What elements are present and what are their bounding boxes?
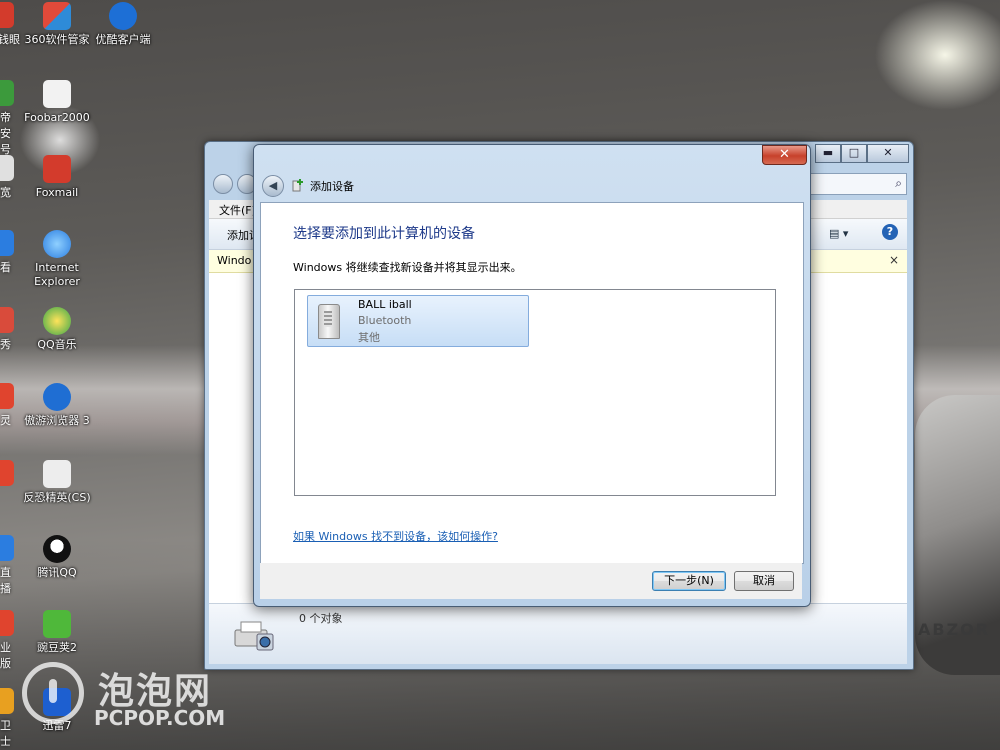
dialog-body: 选择要添加到此计算机的设备 Windows 将继续查找新设备并将其显示出来。 B… <box>260 202 804 564</box>
desktop-icon-maxthon[interactable]: 傲游浏览器 3 <box>20 383 94 428</box>
dialog-subtitle: Windows 将继续查找新设备并将其显示出来。 <box>293 261 522 274</box>
object-count: 0 个对象 <box>299 612 343 625</box>
app-icon <box>43 610 71 638</box>
desktop-icon-wandoujia[interactable]: 豌豆荚2 <box>20 610 94 655</box>
bluetooth-speaker-icon <box>318 304 340 339</box>
app-icon <box>0 2 14 28</box>
view-options-icon[interactable]: ▤ ▾ <box>829 227 848 240</box>
next-button[interactable]: 下一步(N) <box>652 571 726 591</box>
magnifier-icon[interactable]: ⌕ <box>895 176 902 191</box>
close-button[interactable]: ✕ <box>867 144 909 163</box>
desktop-icon-partial[interactable] <box>0 460 20 489</box>
help-icon[interactable]: ? <box>882 224 898 240</box>
watermark-logo-icon <box>22 662 84 724</box>
desktop-icon-partial[interactable]: 灵 <box>0 383 20 428</box>
app-icon <box>0 460 14 486</box>
app-icon <box>43 230 71 258</box>
desktop-icon-partial[interactable]: 帝安号 <box>0 80 20 157</box>
app-icon <box>43 460 71 488</box>
watermark: 泡泡网 PCPOP.COM <box>20 660 250 740</box>
desktop-icon-label: 秀 <box>0 338 11 351</box>
app-icon <box>0 307 14 333</box>
add-device-dialog: ✕ ◀ 添加设备 选择要添加到此计算机的设备 Windows 将继续查找新设备并… <box>253 144 811 607</box>
desktop-icon-qq-music[interactable]: QQ音乐 <box>20 307 94 352</box>
cancel-button[interactable]: 取消 <box>734 571 794 591</box>
device-category: 其他 <box>358 331 380 344</box>
app-icon <box>0 80 14 106</box>
printer-icon <box>234 621 274 651</box>
app-icon <box>0 230 14 256</box>
desktop-icon-partial[interactable]: 业版 <box>0 610 20 671</box>
device-name: BALL iball <box>358 298 412 311</box>
desktop-icon-label: 钱眼 <box>0 33 20 46</box>
add-device-icon <box>292 179 303 192</box>
desktop-icon-label: 帝安号 <box>0 111 11 156</box>
desktop-icon-foxmail[interactable]: Foxmail <box>20 155 94 200</box>
back-arrow-icon[interactable] <box>213 174 233 194</box>
device-list[interactable]: BALL iball Bluetooth 其他 <box>294 289 776 496</box>
desktop-icon-label: 反恐精英(CS) <box>23 491 91 504</box>
app-icon <box>43 307 71 335</box>
desktop-icon-label: 优酷客户端 <box>95 33 151 46</box>
minimize-button[interactable]: ▬ <box>815 144 841 163</box>
desktop-icon-partial[interactable]: 直播 <box>0 535 20 596</box>
dialog-title: 添加设备 <box>310 180 354 193</box>
desktop-icon-label: 腾讯QQ <box>37 566 77 579</box>
app-icon <box>43 155 71 183</box>
app-icon <box>0 688 14 714</box>
device-type: Bluetooth <box>358 314 412 327</box>
desktop-icon-label: 卫士 <box>0 719 11 748</box>
help-link[interactable]: 如果 Windows 找不到设备，该如何操作? <box>293 528 498 544</box>
desktop-icon-counter-strike[interactable]: 反恐精英(CS) <box>20 460 94 505</box>
desktop-icon-youku[interactable]: 优酷客户端 <box>86 2 160 47</box>
desktop-icon-label: 傲游浏览器 3 <box>24 414 90 427</box>
dialog-footer: 下一步(N) 取消 <box>260 563 802 599</box>
desktop-icon-label: 直播 <box>0 566 11 595</box>
desktop-icon-label: 看 <box>0 261 11 274</box>
watermark-url: PCPOP.COM <box>94 706 226 730</box>
app-icon <box>0 610 14 636</box>
desktop-icon-foobar2000[interactable]: Foobar2000 <box>20 80 94 125</box>
menu-file[interactable]: 文件(F) <box>219 202 256 218</box>
app-icon <box>43 80 71 108</box>
back-arrow-icon[interactable]: ◀ <box>262 175 284 197</box>
app-icon <box>0 155 14 181</box>
desktop-icon-label: Foobar2000 <box>24 111 90 124</box>
desktop-icon-label: 灵 <box>0 414 11 427</box>
app-icon <box>43 2 71 30</box>
desktop-icon-partial[interactable]: 秀 <box>0 307 20 352</box>
info-bar-text: Windo <box>217 254 252 267</box>
desktop-icon-label: 360软件管家 <box>24 33 90 46</box>
maximize-button[interactable]: □ <box>841 144 867 163</box>
desktop-icon-360-software-manager[interactable]: 360软件管家 <box>20 2 94 47</box>
details-pane: 0 个对象 <box>209 603 907 664</box>
desktop-icon-label: 豌豆荚2 <box>37 641 77 654</box>
device-item[interactable]: BALL iball Bluetooth 其他 <box>307 295 529 347</box>
wallpaper-shoe-text: ABZOR <box>918 620 991 639</box>
desktop-icon-partial[interactable]: 卫士 <box>0 688 20 749</box>
app-icon <box>109 2 137 30</box>
nav-buttons <box>213 174 257 196</box>
desktop-icon-label: 宽 <box>0 186 11 199</box>
desktop-icon-partial[interactable]: 宽 <box>0 155 20 200</box>
desktop-icon-label: Internet Explorer <box>34 261 80 288</box>
desktop-icon-partial[interactable]: 钱眼 <box>0 2 20 47</box>
close-icon[interactable]: × <box>889 253 899 267</box>
app-icon <box>0 383 14 409</box>
app-icon <box>43 535 71 563</box>
desktop-icon-label: Foxmail <box>35 186 79 199</box>
desktop-icon-internet-explorer[interactable]: Internet Explorer <box>20 230 94 289</box>
dialog-close-button[interactable]: ✕ <box>762 145 807 165</box>
desktop-icon-partial[interactable]: 看 <box>0 230 20 275</box>
desktop-icon-tencent-qq[interactable]: 腾讯QQ <box>20 535 94 580</box>
app-icon <box>0 535 14 561</box>
dialog-heading: 选择要添加到此计算机的设备 <box>293 226 475 242</box>
app-icon <box>43 383 71 411</box>
desktop-icon-label: QQ音乐 <box>37 338 77 351</box>
desktop-icon-label: 业版 <box>0 641 11 670</box>
